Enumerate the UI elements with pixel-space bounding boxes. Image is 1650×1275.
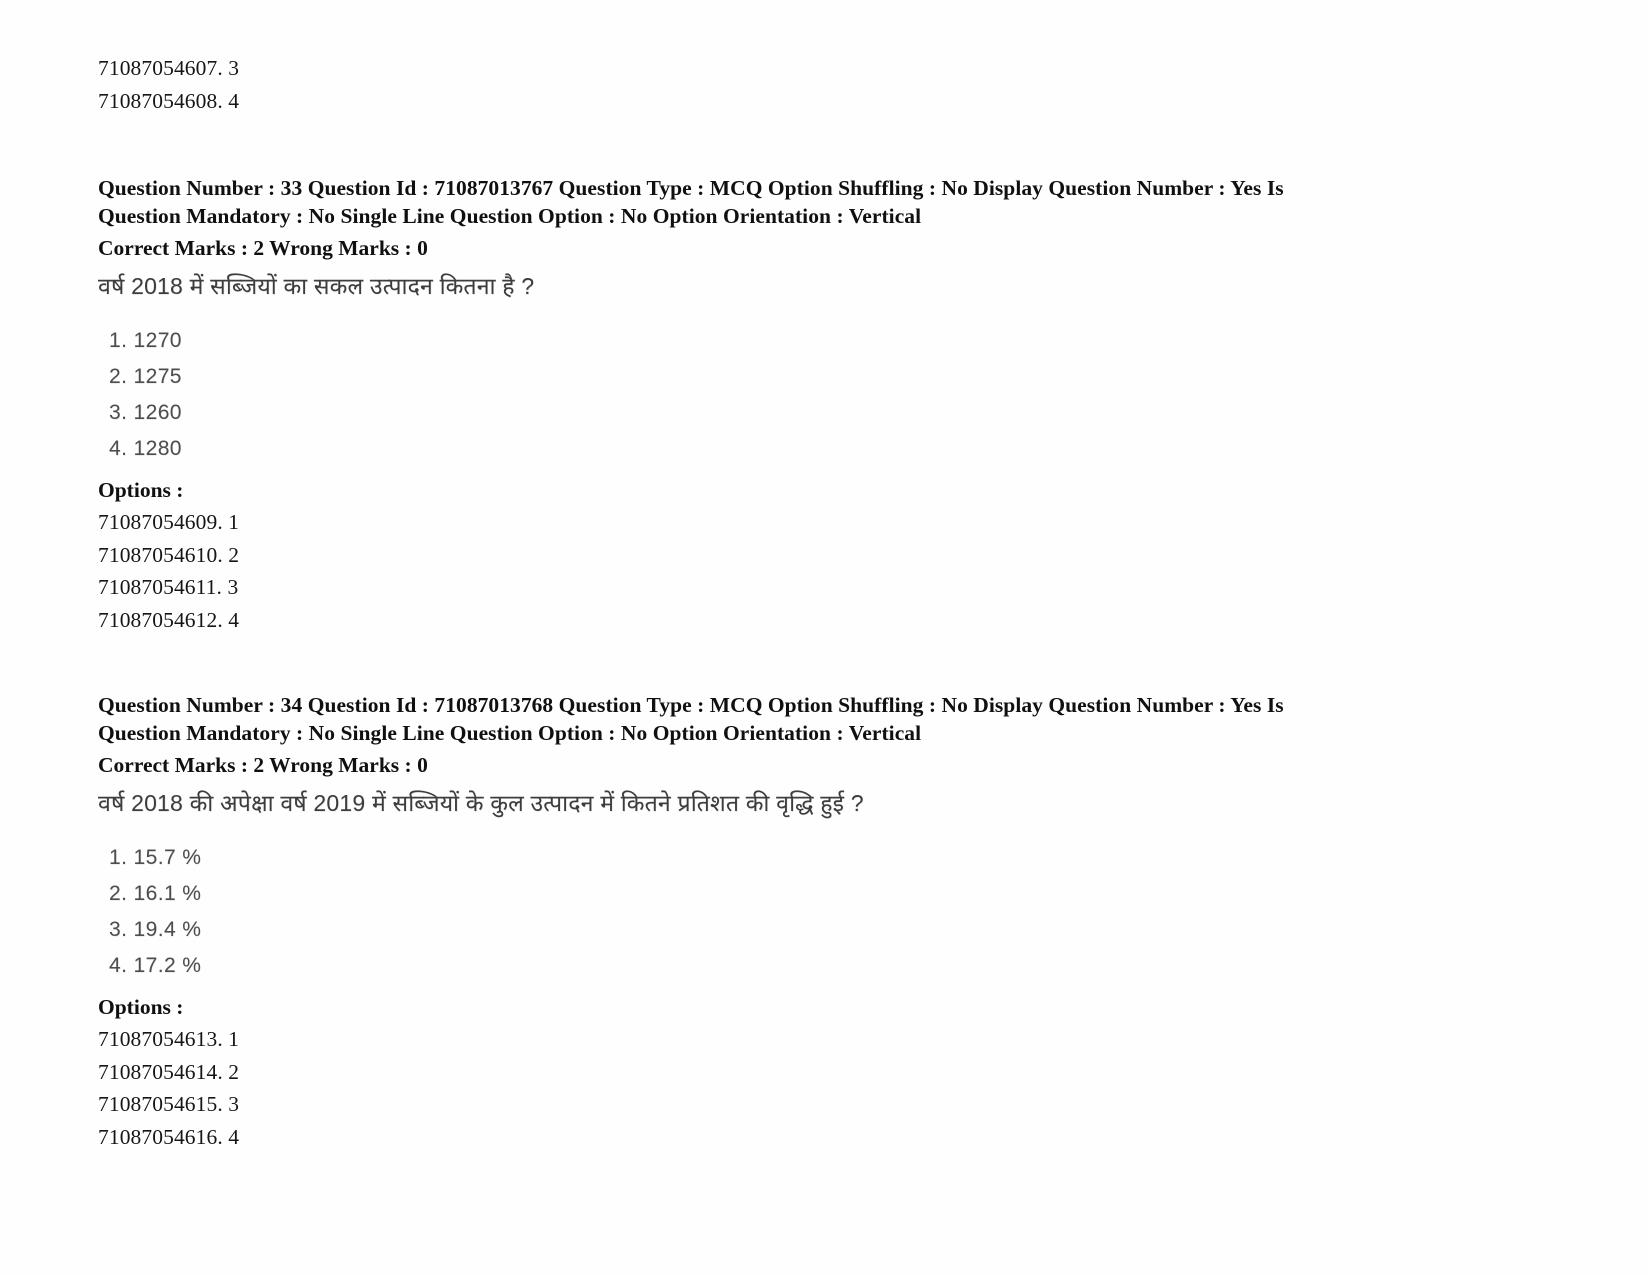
question-meta-34: Question Number : 34 Question Id : 71087… [98,692,1418,747]
options-label-33: Options : [98,478,184,502]
page-content: 71087054607. 3 71087054608. 4 Question N… [98,52,1418,1153]
question-text-34: वर्ष 2018 की अपेक्षा वर्ष 2019 में सब्जि… [98,790,864,816]
option-id-line: 71087054612. 4 [98,607,240,632]
question-meta-line-2: Question Mandatory : No Single Line Ques… [98,203,922,228]
question-text-33: वर्ष 2018 में सब्जियों का सकल उत्पादन कि… [98,273,535,299]
option-id-line: 71087054607. 3 [98,56,240,80]
choice-item[interactable]: 2. 1275 [98,359,1418,395]
choice-item[interactable]: 4. 17.2 % [98,948,1418,984]
choice-item[interactable]: 1. 1270 [98,323,1418,359]
option-id-line: 71087054615. 3 [98,1092,240,1116]
option-id-line: 71087054616. 4 [98,1124,240,1149]
option-id-line: 71087054613. 1 [98,1027,240,1051]
question-block-34: Question Number : 34 Question Id : 71087… [98,692,1418,1153]
question-block-33: Question Number : 33 Question Id : 71087… [98,175,1418,636]
choice-item[interactable]: 2. 16.1 % [98,876,1418,912]
option-id-list-34: 71087054613. 1 71087054614. 2 7108705461… [98,1023,1418,1153]
option-id-line: 71087054611. 3 [98,575,239,599]
marks-line-34: Correct Marks : 2 Wrong Marks : 0 [98,753,428,777]
document-page: 71087054607. 3 71087054608. 4 Question N… [0,0,1650,1275]
question-meta-33: Question Number : 33 Question Id : 71087… [98,175,1418,230]
option-id-line: 71087054609. 1 [98,510,240,534]
options-label-34: Options : [98,995,184,1019]
option-id-list-33: 71087054609. 1 71087054610. 2 7108705461… [98,506,1418,636]
choice-item[interactable]: 3. 19.4 % [98,912,1418,948]
option-id-line: 71087054614. 2 [98,1059,240,1084]
question-meta-line-2: Question Mandatory : No Single Line Ques… [98,720,922,745]
question-meta-line-1: Question Number : 34 Question Id : 71087… [98,693,1284,717]
question-meta-line-1: Question Number : 33 Question Id : 71087… [98,176,1284,200]
choice-list-34: 1. 15.7 % 2. 16.1 % 3. 19.4 % 4. 17.2 % [98,840,1418,984]
choice-item[interactable]: 1. 15.7 % [98,840,1418,876]
option-id-line: 71087054610. 2 [98,542,240,567]
choice-item[interactable]: 3. 1260 [98,395,1418,431]
choice-list-33: 1. 1270 2. 1275 3. 1260 4. 1280 [98,323,1418,467]
option-id-line: 71087054608. 4 [98,88,240,113]
choice-item[interactable]: 4. 1280 [98,431,1418,467]
previous-question-option-ids: 71087054607. 3 71087054608. 4 [98,52,1418,117]
marks-line-33: Correct Marks : 2 Wrong Marks : 0 [98,236,428,260]
